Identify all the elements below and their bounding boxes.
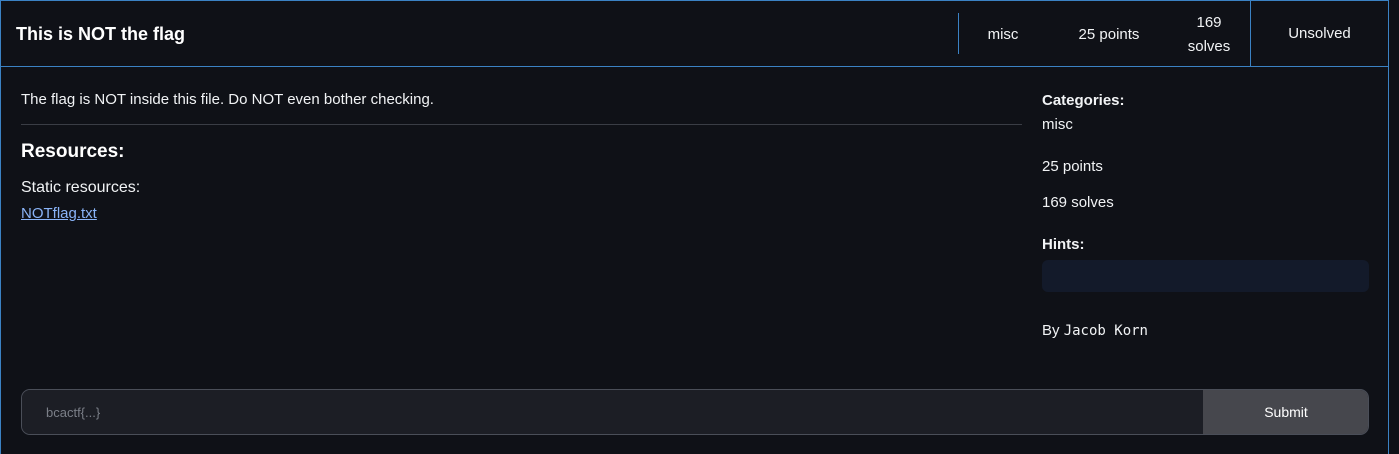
header-solves-count: 169 [1196,14,1222,31]
solves-value: 169 solves [1042,194,1114,211]
challenge-header[interactable]: This is NOT the flag misc 25 points 169 … [1,1,1388,67]
submit-button[interactable]: Submit [1203,390,1368,434]
author-prefix: By [1042,322,1060,339]
status-badge: Unsolved [1250,1,1388,66]
challenge-description: The flag is NOT inside this file. Do NOT… [21,91,434,108]
flag-input[interactable] [22,390,1203,434]
points-value: 25 points [1042,158,1103,175]
categories-value: misc [1042,116,1073,133]
section-divider [21,124,1022,125]
hints-label: Hints: [1042,236,1085,253]
status-text: Unsolved [1288,25,1351,42]
header-divider [958,13,959,54]
header-category: misc [987,26,1019,43]
hints-box [1042,260,1369,292]
static-resources-label: Static resources: [21,179,141,196]
flag-submit-form: Submit [21,389,1369,435]
author-name: Jacob Korn [1063,323,1148,339]
challenge-title: This is NOT the flag [16,24,186,44]
categories-label: Categories: [1042,92,1125,109]
resource-file-link[interactable]: NOTflag.txt [21,205,97,222]
author-line: By Jacob Korn [1042,322,1148,339]
header-solves-word: solves [1187,38,1231,55]
header-points: 25 points [1078,26,1140,43]
resources-heading: Resources: [21,141,125,162]
challenge-card: This is NOT the flag misc 25 points 169 … [0,0,1389,454]
